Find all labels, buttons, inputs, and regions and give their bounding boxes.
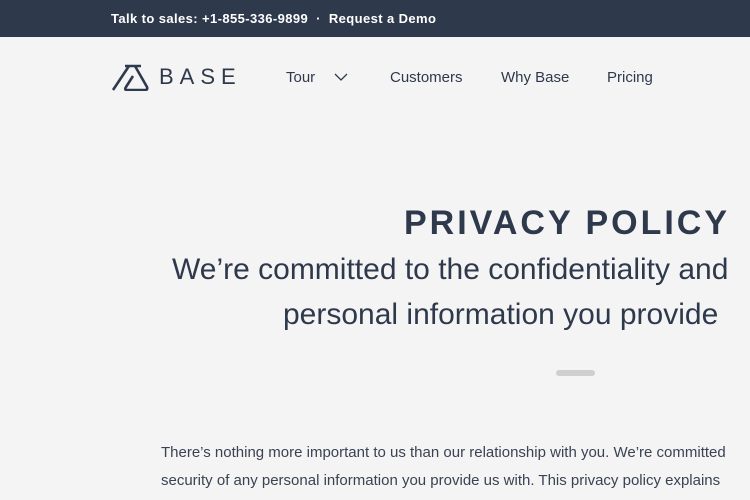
top-bar: Talk to sales: +1-855-336-9899 · Request a… xyxy=(0,0,750,37)
chevron-down-icon[interactable] xyxy=(334,73,348,81)
base-logo-icon xyxy=(111,64,149,91)
nav-why-base[interactable]: Why Base xyxy=(501,69,569,86)
separator: · xyxy=(316,11,321,26)
logo[interactable]: BASE xyxy=(111,63,242,91)
nav-tour[interactable]: Tour xyxy=(286,69,315,86)
body-line-1: There’s nothing more important to us tha… xyxy=(161,444,726,461)
subtitle-line-2: personal information you provide xyxy=(283,298,719,331)
nav-pricing[interactable]: Pricing xyxy=(607,69,653,86)
main-nav: BASE Tour Customers Why Base Pricing xyxy=(0,37,750,117)
logo-text: BASE xyxy=(159,64,242,89)
nav-customers[interactable]: Customers xyxy=(390,69,463,86)
sales-phone-link[interactable]: Talk to sales: +1-855-336-9899 xyxy=(111,11,308,26)
divider xyxy=(556,370,595,376)
subtitle-line-1: We’re committed to the confidentiality a… xyxy=(172,253,729,286)
body-line-2: security of any personal information you… xyxy=(161,472,721,489)
request-demo-link[interactable]: Request a Demo xyxy=(329,11,436,26)
page-title: PRIVACY POLICY xyxy=(404,204,731,242)
